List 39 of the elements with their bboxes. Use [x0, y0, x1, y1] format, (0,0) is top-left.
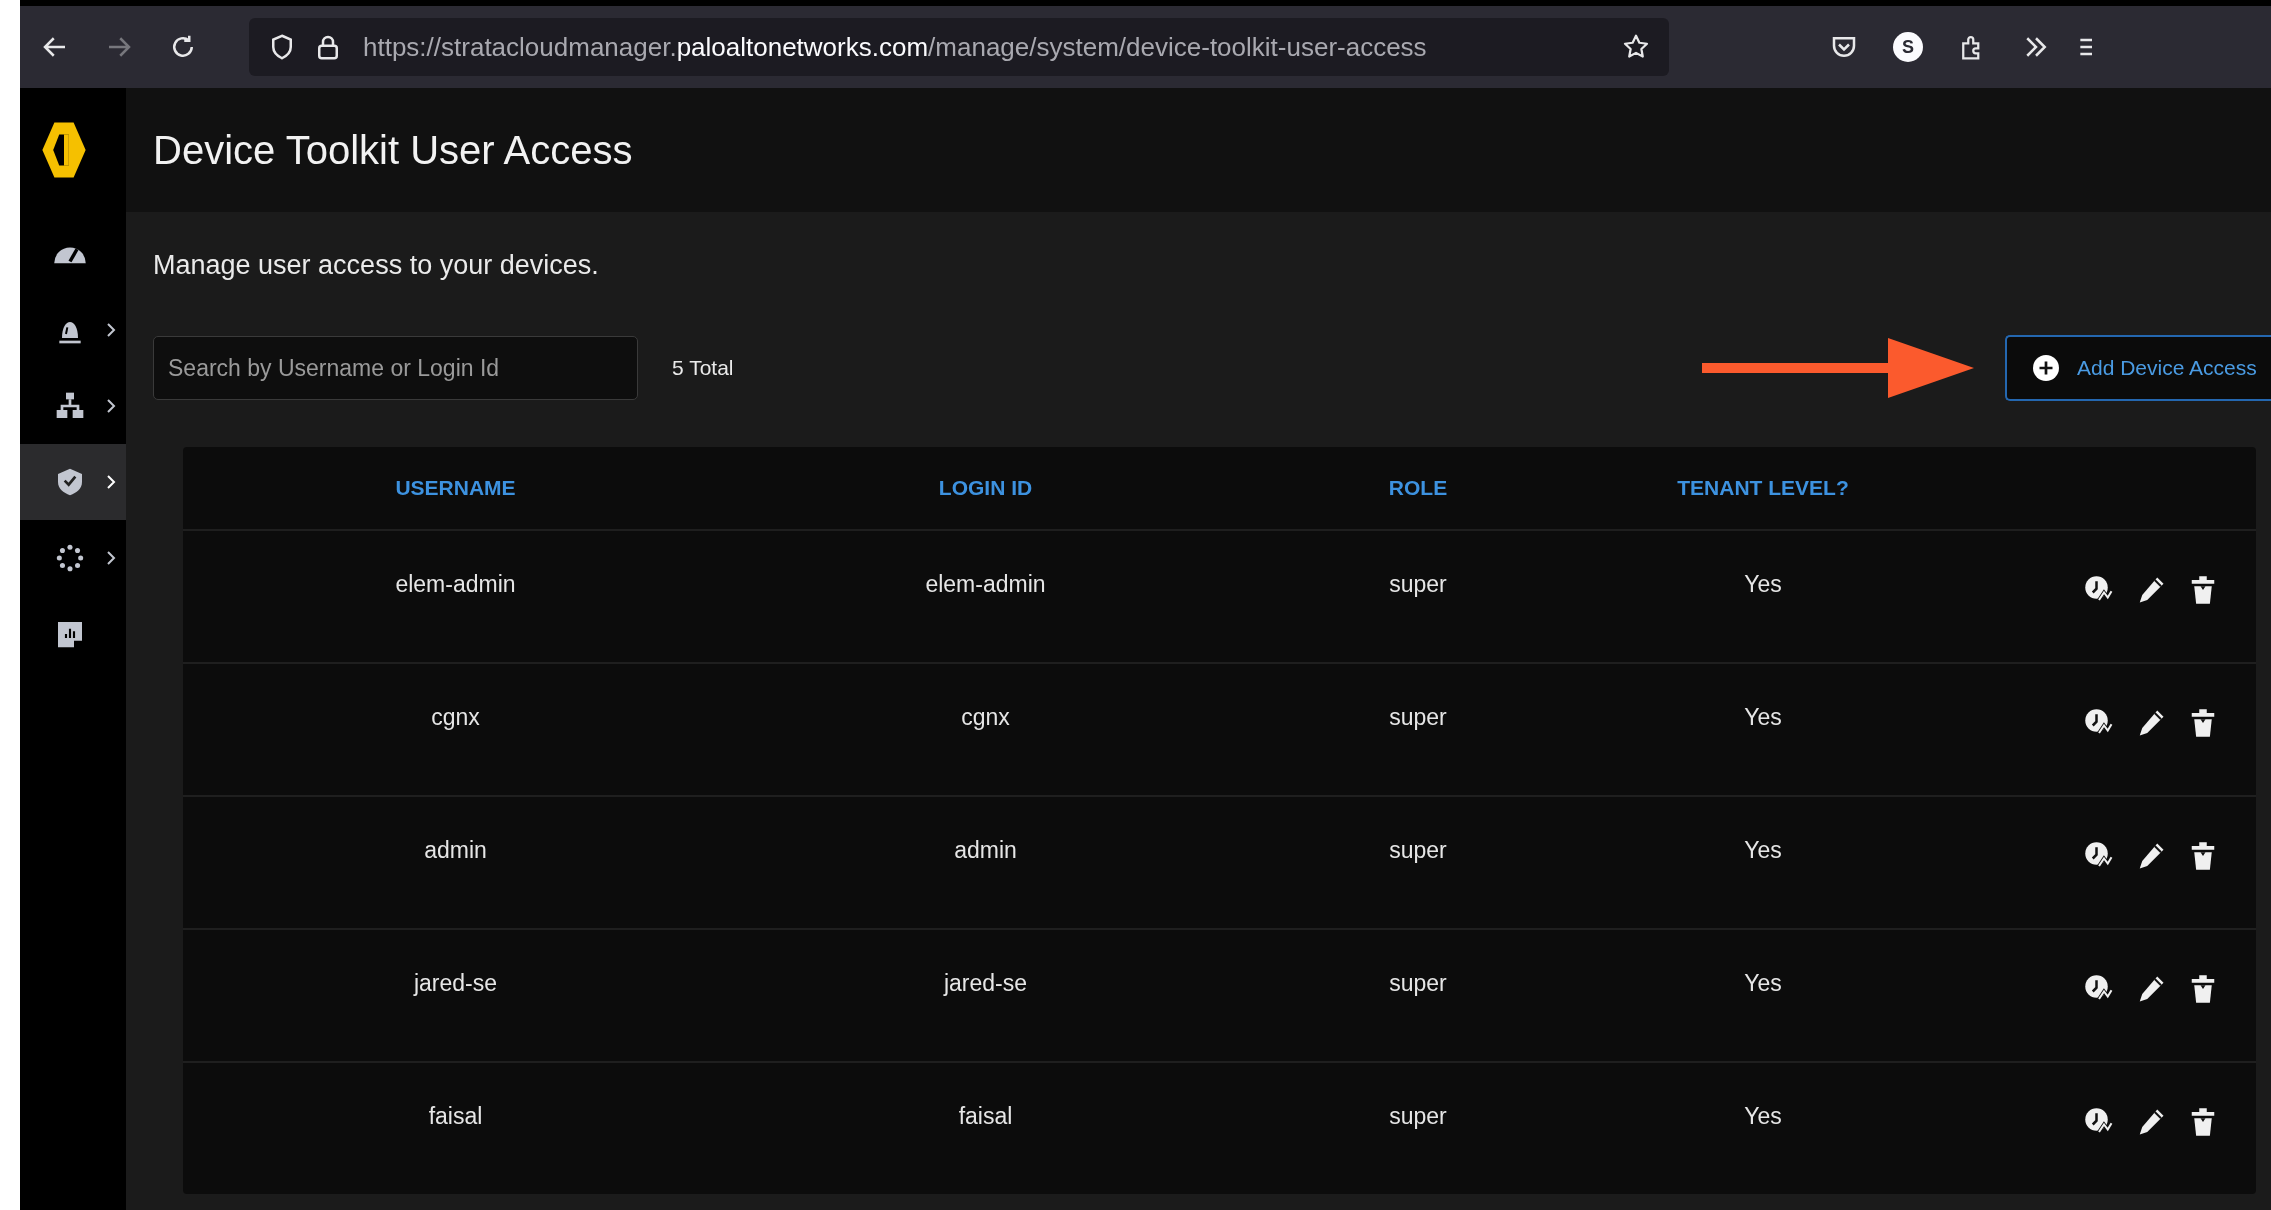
table-cell: admin	[954, 837, 1017, 864]
table-cell: Yes	[1744, 571, 1782, 598]
table-cell: super	[1389, 970, 1447, 997]
table-cell: jared-se	[413, 970, 498, 997]
address-bar[interactable]: https://stratacloudmanager.paloaltonetworks.com/manage/system/device-toolkit-user-access	[249, 18, 1669, 76]
table-cell: admin	[424, 837, 487, 864]
table-cell: elem-admin	[925, 571, 1046, 598]
table-cell: cgnx	[431, 704, 480, 731]
table-cell: Yes	[1744, 837, 1782, 864]
page-description: Manage user access to your devices.	[153, 250, 600, 281]
column-header[interactable]: USERNAME	[395, 476, 516, 500]
page-title: Device Toolkit User Access	[153, 127, 633, 173]
table-cell: Yes	[1744, 704, 1782, 731]
table-cell: super	[1389, 571, 1447, 598]
table-cell: super	[1389, 1103, 1447, 1130]
dotted-circle-icon	[54, 542, 86, 574]
chevron-right-icon	[106, 322, 116, 338]
table-cell: faisal	[428, 1103, 483, 1130]
column-header[interactable]: LOGIN ID	[938, 476, 1033, 500]
url-text: https://stratacloudmanager.paloaltonetworks.com/manage/system/device-toolkit-user-access	[363, 31, 1428, 63]
plus-circle-icon	[2033, 355, 2059, 381]
profile-avatar[interactable]: S	[1893, 32, 1923, 62]
table-cell: super	[1389, 704, 1447, 731]
table-cell: jared-se	[943, 970, 1028, 997]
table-cell: faisal	[958, 1103, 1013, 1130]
chevron-right-icon	[106, 398, 116, 414]
table-cell: Yes	[1744, 970, 1782, 997]
table-cell: elem-admin	[395, 571, 516, 598]
sidebar-item[interactable]	[20, 444, 126, 520]
table-cell: super	[1389, 837, 1447, 864]
chevron-right-icon	[106, 550, 116, 566]
table-cell: Yes	[1744, 1103, 1782, 1130]
add-device-access-button[interactable]: Add Device Access	[2005, 335, 2271, 401]
column-header[interactable]: ROLE	[1388, 476, 1448, 500]
search-field[interactable]: Search by Username or Login Id	[153, 336, 638, 400]
column-header[interactable]: TENANT LEVEL?	[1677, 476, 1849, 500]
total-count: 5 Total	[672, 356, 734, 380]
chevron-right-icon	[106, 474, 116, 490]
table-cell: cgnx	[961, 704, 1010, 731]
